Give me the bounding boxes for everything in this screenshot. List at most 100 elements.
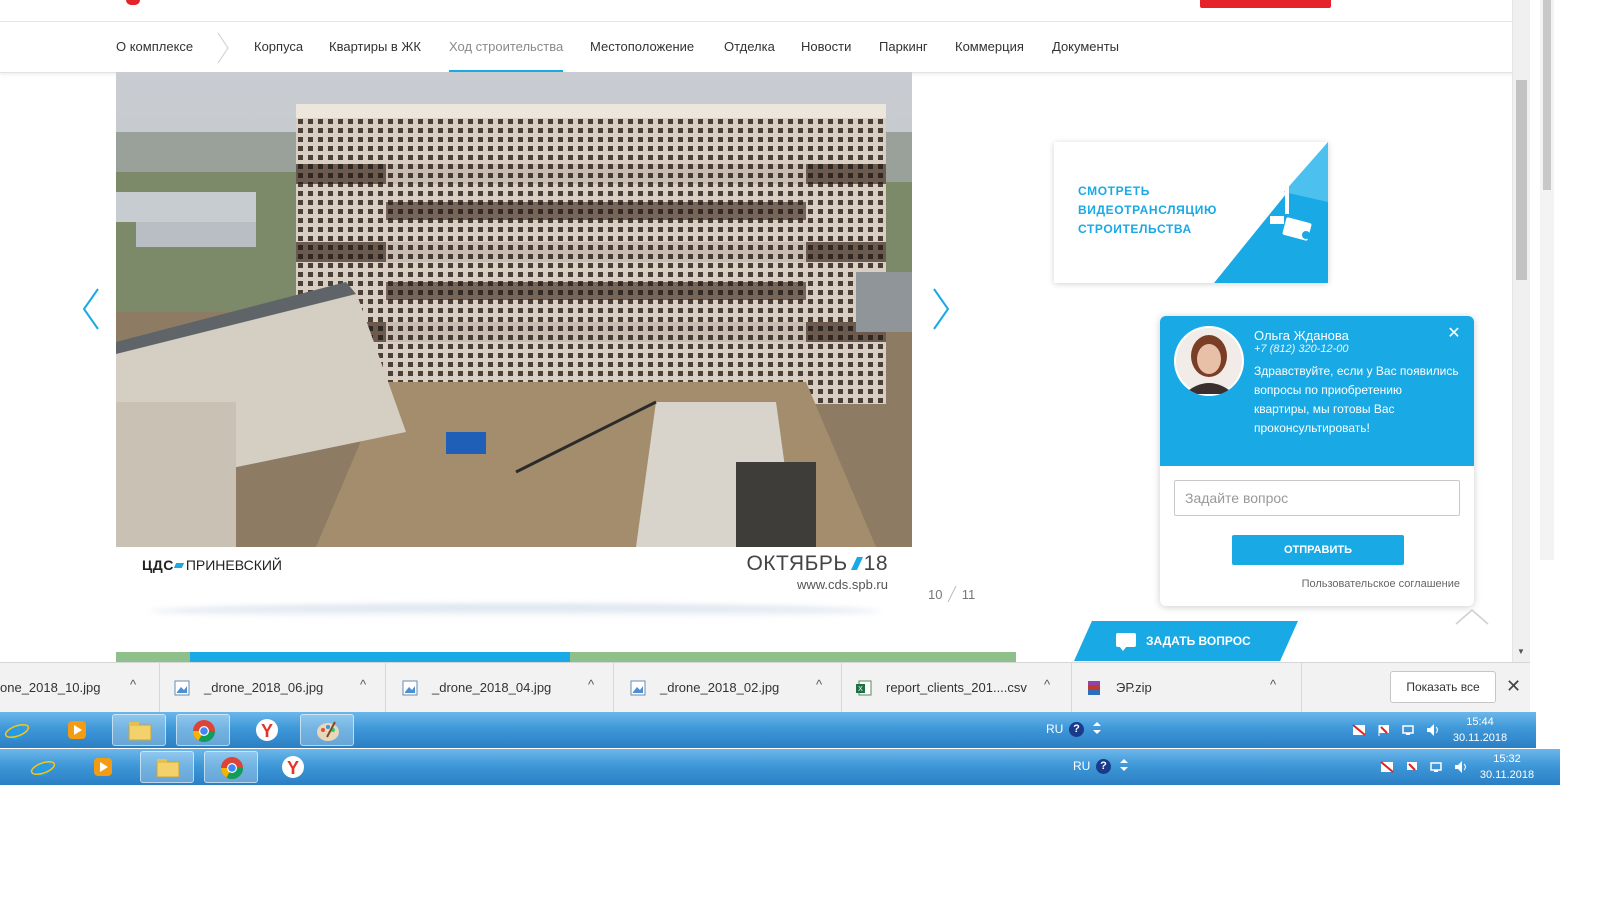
site-url: www.cds.spb.ru <box>796 577 888 592</box>
chevron-up-icon[interactable]: ^ <box>1044 677 1050 692</box>
yandex-browser-icon: Y <box>256 719 278 741</box>
slide-counter: 10 11 <box>928 585 975 603</box>
close-downloads-icon[interactable]: ✕ <box>1506 676 1521 697</box>
brand-mark-icon <box>173 563 184 568</box>
flag-icon[interactable] <box>1377 723 1391 737</box>
tray-arrows-icon[interactable] <box>1117 758 1131 772</box>
help-icon[interactable]: ? <box>1069 722 1084 737</box>
clock-date: 30.11.2018 <box>1479 769 1535 781</box>
download-item[interactable]: _drone_2018_02.jpg ^ <box>630 663 842 713</box>
download-filename: _drone_2018_06.jpg <box>204 680 324 695</box>
ask-question-label: ЗАДАТЬ ВОПРОС <box>1146 634 1251 648</box>
next-photo-accent <box>190 652 570 662</box>
clock-time: 15:32 <box>1493 753 1521 765</box>
show-all-downloads-button[interactable]: Показать все <box>1390 671 1496 703</box>
download-filename: report_clients_201....csv <box>886 680 1027 695</box>
chevron-up-icon[interactable]: ^ <box>1270 677 1276 692</box>
network-icon[interactable] <box>1402 723 1416 737</box>
nav-item-finishing[interactable]: Отделка <box>724 22 775 73</box>
action-center-icon[interactable] <box>1380 760 1394 774</box>
page-scrollbar[interactable]: ▼ <box>1512 0 1530 662</box>
internet-explorer-icon: e <box>4 718 30 742</box>
agent-phone[interactable]: +7 (812) 320-12-00 <box>1254 343 1348 355</box>
taskbar-ie-button[interactable]: e <box>26 751 80 783</box>
nav-item-construction-progress[interactable]: Ход строительства <box>449 22 564 73</box>
nav-item-buildings[interactable]: Корпуса <box>254 22 303 73</box>
downloads-bar: one_2018_10.jpg ^ _drone_2018_06.jpg ^ _… <box>0 662 1530 713</box>
site-header <box>0 0 1530 22</box>
chat-header: Ольга Жданова +7 (812) 320-12-00 Здравст… <box>1160 316 1474 466</box>
tray-arrows-icon[interactable] <box>1090 721 1104 735</box>
question-input[interactable] <box>1174 480 1460 516</box>
folder-icon <box>128 722 152 741</box>
slide-current: 10 <box>928 587 943 602</box>
download-filename: ЭР.zip <box>1116 680 1152 695</box>
download-item[interactable]: _drone_2018_04.jpg ^ <box>402 663 614 713</box>
nav-item-documents[interactable]: Документы <box>1052 22 1119 73</box>
caption-shadow <box>150 604 880 618</box>
user-agreement-link[interactable]: Пользовательское соглашение <box>1302 578 1460 590</box>
taskbar-chrome-button[interactable] <box>204 751 258 783</box>
volume-icon[interactable] <box>1426 723 1440 737</box>
breadcrumb-separator-icon <box>217 32 229 64</box>
chat-bubble-icon <box>1116 633 1136 651</box>
taskbar-media-button[interactable] <box>50 714 104 746</box>
chevron-up-icon[interactable]: ^ <box>816 677 822 692</box>
help-icon[interactable]: ? <box>1096 759 1111 774</box>
outer-scrollbar[interactable] <box>1540 0 1554 560</box>
scroll-top-arrow-icon[interactable] <box>1452 606 1492 628</box>
chevron-up-icon[interactable]: ^ <box>130 677 136 692</box>
keyboard-language[interactable]: RU <box>1073 759 1090 773</box>
download-item[interactable]: one_2018_10.jpg ^ <box>0 663 160 713</box>
project-brand: ЦДС ПРИНЕВСКИЙ <box>142 557 282 573</box>
agent-photo <box>1176 328 1242 394</box>
logo-fragment[interactable] <box>126 0 140 5</box>
download-item[interactable]: ЭР.zip ^ <box>1086 663 1302 713</box>
ask-question-button[interactable]: ЗАДАТЬ ВОПРОС <box>1074 621 1298 661</box>
outer-scrollbar-thumb[interactable] <box>1543 0 1551 190</box>
download-item[interactable]: _drone_2018_06.jpg ^ <box>174 663 386 713</box>
header-red-button[interactable] <box>1200 0 1331 8</box>
taskbar-explorer-button[interactable] <box>140 751 194 783</box>
nav-item-parking[interactable]: Паркинг <box>879 22 928 73</box>
taskbar-media-button[interactable] <box>76 751 130 783</box>
nav-item-apartments[interactable]: Квартиры в ЖК <box>329 22 421 73</box>
chevron-up-icon[interactable]: ^ <box>360 677 366 692</box>
svg-text:Y: Y <box>287 758 299 778</box>
next-slide-arrow-icon[interactable] <box>928 287 952 331</box>
action-center-icon[interactable] <box>1352 723 1366 737</box>
chrome-icon <box>193 720 215 742</box>
page-scrollbar-thumb[interactable] <box>1516 80 1527 280</box>
brand-prefix: ЦДС <box>142 557 174 573</box>
taskbar-clock[interactable]: 15:32 30.11.2018 <box>1472 751 1542 783</box>
send-button[interactable]: ОТПРАВИТЬ <box>1232 535 1404 565</box>
nav-item-news[interactable]: Новости <box>801 22 851 73</box>
download-item[interactable]: X report_clients_201....csv ^ <box>856 663 1072 713</box>
keyboard-language[interactable]: RU <box>1046 722 1063 736</box>
excel-file-icon: X <box>856 680 872 696</box>
taskbar-chrome-button[interactable] <box>176 714 230 746</box>
photo-month: ОКТЯБРЬ <box>746 552 848 575</box>
taskbar-yandex-button[interactable]: Y <box>240 714 294 746</box>
video-stream-card[interactable]: СМОТРЕТЬ ВИДЕОТРАНСЛЯЦИЮ СТРОИТЕЛЬСТВА <box>1054 142 1328 283</box>
prev-slide-arrow-icon[interactable] <box>80 287 104 331</box>
video-card-label: СМОТРЕТЬ ВИДЕОТРАНСЛЯЦИЮ СТРОИТЕЛЬСТВА <box>1078 184 1217 236</box>
nav-item-location[interactable]: Местоположение <box>590 22 694 73</box>
taskbar-yandex-button[interactable]: Y <box>266 751 320 783</box>
taskbar-clock[interactable]: 15:44 30.11.2018 <box>1445 714 1515 746</box>
taskbar-ie-button[interactable]: e <box>0 714 54 746</box>
windows-taskbar-secondary: e Y RU ? 15:32 30.11.2018 <box>0 749 1560 785</box>
flag-icon[interactable] <box>1405 760 1419 774</box>
volume-icon[interactable] <box>1454 760 1468 774</box>
scroll-down-arrow-icon[interactable]: ▼ <box>1517 647 1525 656</box>
taskbar-paint-button[interactable] <box>300 714 354 746</box>
taskbar-explorer-button[interactable] <box>112 714 166 746</box>
counter-slash-icon <box>947 585 957 603</box>
download-filename: _drone_2018_04.jpg <box>432 680 552 695</box>
brand-name: ПРИНЕВСКИЙ <box>185 557 282 573</box>
chevron-up-icon[interactable]: ^ <box>588 677 594 692</box>
network-icon[interactable] <box>1430 760 1444 774</box>
nav-item-about[interactable]: О комплексе <box>116 22 193 73</box>
nav-item-commerce[interactable]: Коммерция <box>955 22 1024 73</box>
chat-close-icon[interactable]: ✕ <box>1444 324 1464 344</box>
